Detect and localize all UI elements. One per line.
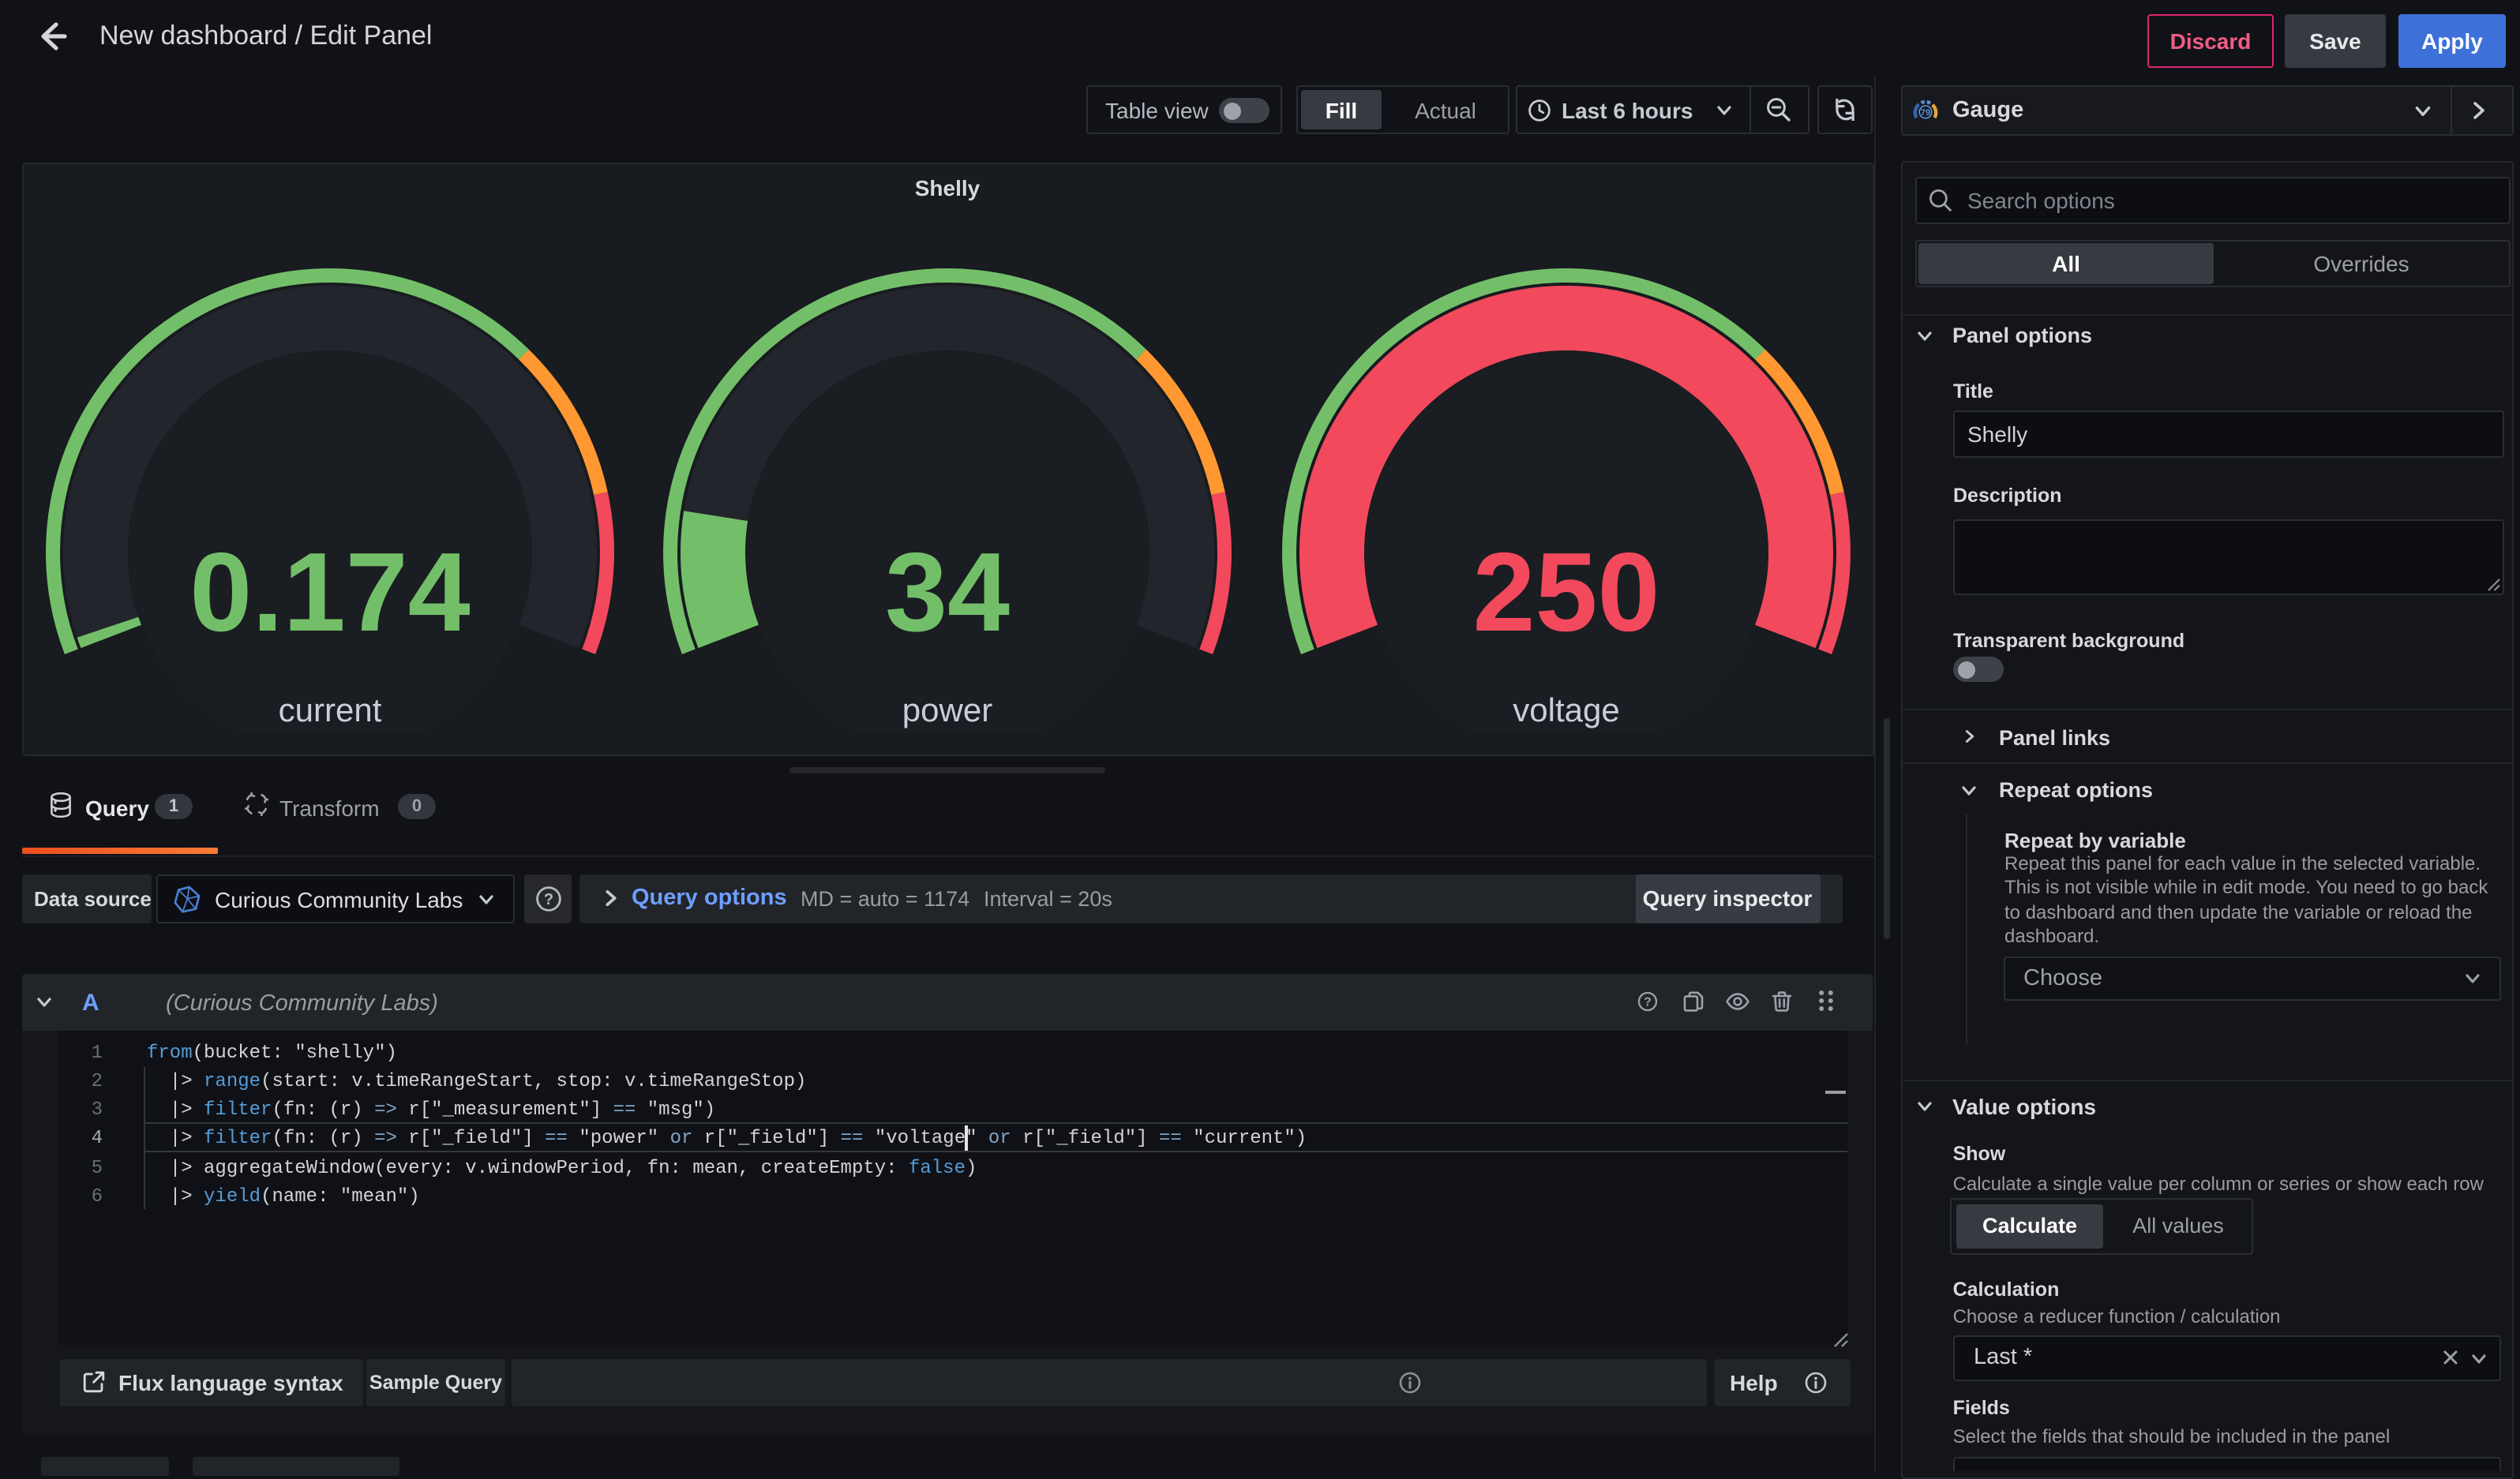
svg-text:79: 79 [1921,108,1930,118]
svg-text:250: 250 [1472,530,1659,655]
svg-text:34: 34 [885,530,1010,655]
svg-text:voltage: voltage [1512,691,1618,728]
svg-text:power: power [902,691,992,728]
svg-text:current: current [279,691,382,728]
svg-text:?: ? [544,891,553,908]
svg-text:0.174: 0.174 [189,530,470,655]
svg-text:?: ? [1644,994,1651,1008]
